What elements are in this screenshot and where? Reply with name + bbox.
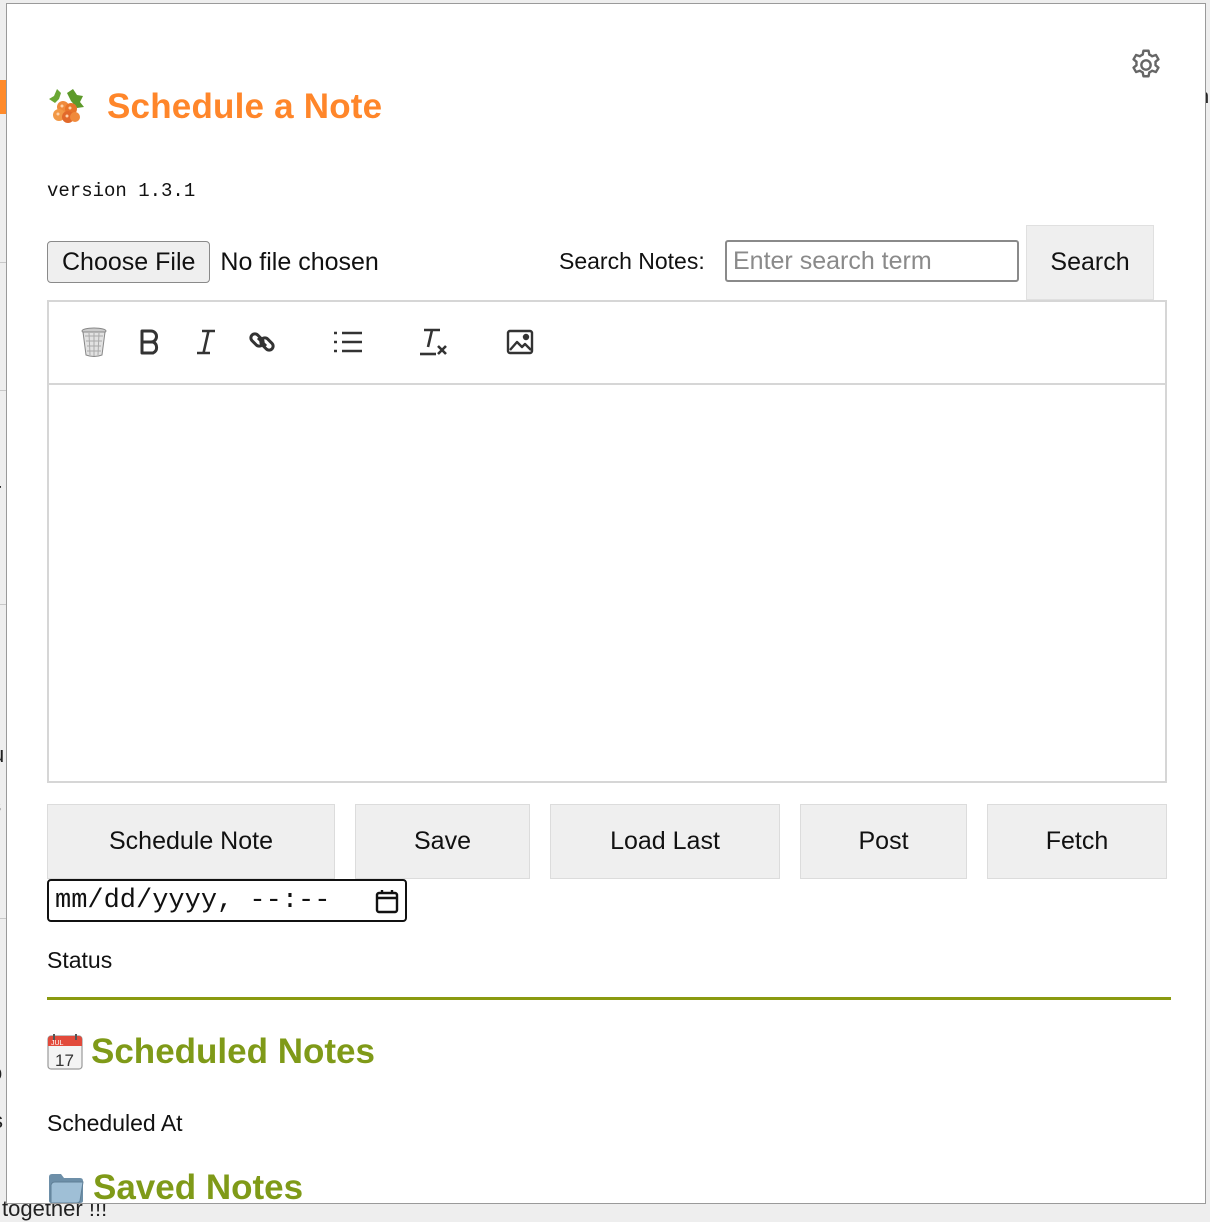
load-last-button[interactable]: Load Last: [550, 804, 780, 879]
bold-icon[interactable]: [133, 324, 167, 360]
save-button[interactable]: Save: [355, 804, 530, 879]
schedule-note-button[interactable]: Schedule Note: [47, 804, 335, 879]
datetime-placeholder: mm/dd/yyyy, --:--: [55, 885, 331, 916]
trash-icon[interactable]: [77, 324, 111, 360]
post-button[interactable]: Post: [800, 804, 967, 879]
fetch-button[interactable]: Fetch: [987, 804, 1167, 879]
saved-notes-title: Saved Notes: [93, 1168, 304, 1204]
header: Schedule a Note: [47, 82, 382, 132]
file-status: No file chosen: [220, 247, 379, 276]
image-icon[interactable]: [503, 324, 537, 360]
background-text: u: [0, 742, 4, 768]
link-icon[interactable]: [245, 324, 279, 360]
calendar-month: JUL: [51, 1040, 64, 1047]
page-title: Schedule a Note: [107, 87, 383, 126]
note-editor: [47, 300, 1167, 783]
scheduled-notes-heading: JUL 17 Scheduled Notes: [47, 1032, 375, 1072]
italic-icon[interactable]: [189, 324, 223, 360]
calendar-day: 17: [55, 1051, 74, 1070]
scheduled-at-label: Scheduled At: [47, 1110, 183, 1136]
search-button[interactable]: Search: [1026, 225, 1154, 300]
schedule-datetime-input[interactable]: mm/dd/yyyy, --:--: [47, 879, 407, 922]
background-text: s: [0, 1108, 3, 1134]
popup-content: Schedule a Note version 1.3.1 Choose Fil…: [47, 4, 1171, 1203]
background-text: r: [0, 478, 1, 504]
bullet-list-icon[interactable]: [331, 324, 365, 360]
editor-text-area[interactable]: [49, 385, 1165, 781]
saved-notes-heading: Saved Notes: [47, 1168, 304, 1204]
choose-file-button[interactable]: Choose File: [47, 241, 211, 283]
search-label: Search Notes:: [559, 248, 705, 274]
background-text: o: [0, 1060, 2, 1086]
background-text: s: [0, 796, 1, 817]
scheduled-notes-title: Scheduled Notes: [91, 1032, 375, 1071]
extension-popup: Schedule a Note version 1.3.1 Choose Fil…: [6, 3, 1206, 1204]
cloudberry-icon: [49, 89, 84, 123]
file-picker: Choose File No file chosen: [47, 241, 379, 283]
clear-format-icon[interactable]: [417, 324, 451, 360]
section-divider: [47, 997, 1171, 1000]
search-input[interactable]: [725, 240, 1019, 282]
calendar-icon[interactable]: [375, 888, 399, 914]
editor-toolbar: [49, 302, 1165, 385]
version-label: version 1.3.1: [47, 180, 196, 202]
status-text: Status: [47, 947, 113, 973]
calendar-icon: JUL 17: [47, 1034, 83, 1070]
folder-icon: [49, 1174, 84, 1203]
